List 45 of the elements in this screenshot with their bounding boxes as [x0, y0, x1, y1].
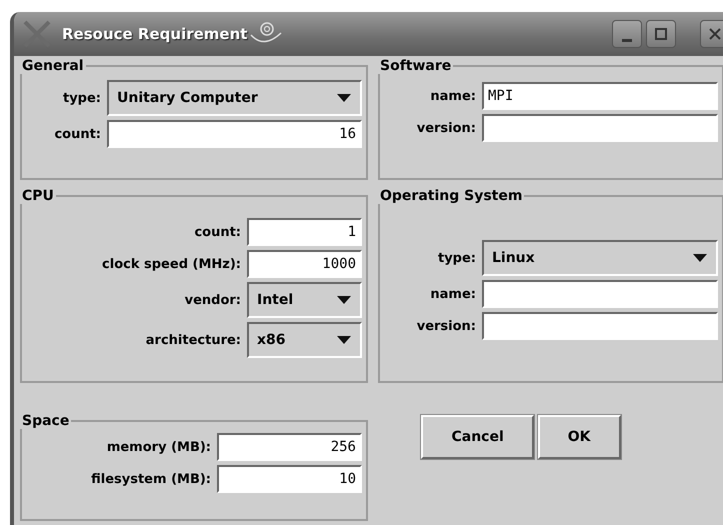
input-field[interactable]: 1000	[247, 250, 362, 278]
input-field[interactable]: 1	[247, 218, 362, 246]
input-field[interactable]: 10	[217, 465, 362, 493]
field-label: type:	[436, 250, 476, 266]
field-label: name:	[429, 88, 476, 104]
minimize-icon	[622, 38, 632, 42]
field-label: count:	[53, 126, 101, 142]
field-label: version:	[416, 120, 476, 136]
dropdown[interactable]: Intel	[247, 282, 362, 318]
group-title: General	[21, 58, 85, 74]
group-title: Operating System	[379, 188, 524, 204]
field-label: name:	[429, 286, 476, 302]
maximize-icon	[654, 27, 668, 41]
dropdown[interactable]: x86	[247, 322, 362, 358]
input-field[interactable]: 16	[107, 120, 362, 148]
dropdown[interactable]: Linux	[482, 240, 718, 276]
field-label: count:	[193, 224, 241, 240]
field-label: clock speed (MHz):	[101, 256, 241, 272]
input-field[interactable]	[482, 280, 718, 308]
field-label: memory (MB):	[106, 440, 211, 454]
caret-icon	[336, 295, 352, 305]
field-label: type:	[62, 90, 101, 106]
dropdown[interactable]: Unitary Computer	[107, 80, 362, 116]
field-label: version:	[416, 318, 476, 334]
close-icon	[708, 27, 722, 41]
x-logo-icon	[22, 19, 52, 49]
close-button[interactable]	[700, 20, 723, 48]
window-title: Resouce Requirement	[62, 25, 248, 43]
group-title: Software	[379, 58, 452, 74]
field-label: filesystem (MB):	[90, 472, 211, 486]
input-field[interactable]	[482, 114, 718, 142]
maximize-button[interactable]	[646, 20, 676, 48]
caret-icon	[336, 335, 352, 345]
group-title: CPU	[21, 188, 55, 204]
input-field[interactable]: MPI	[482, 82, 718, 110]
minimize-button[interactable]	[612, 20, 642, 48]
caret-icon	[692, 253, 708, 263]
dialog-button[interactable]: OK	[538, 415, 621, 459]
group-title: Space	[21, 413, 70, 429]
input-field[interactable]	[482, 312, 718, 340]
input-field[interactable]: 256	[217, 433, 362, 461]
field-label: vendor:	[184, 292, 241, 308]
field-label: architecture:	[144, 332, 241, 348]
dialog-button[interactable]: Cancel	[421, 415, 534, 459]
caret-icon	[336, 93, 352, 103]
